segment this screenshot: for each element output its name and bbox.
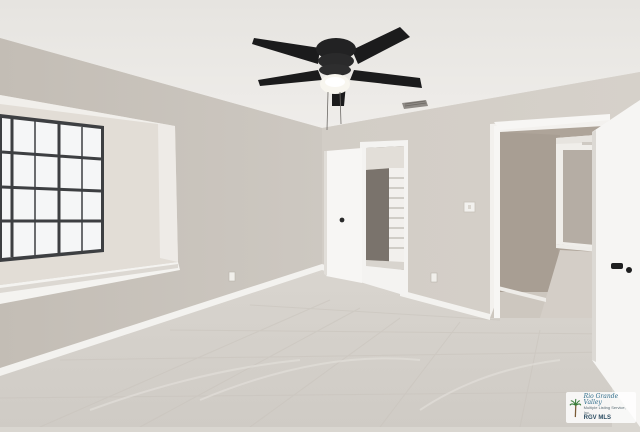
- watermark-line-3: RGV MLS: [583, 414, 612, 421]
- closet-door-knob[interactable]: [339, 217, 345, 223]
- closet-door[interactable]: [324, 148, 362, 283]
- palm-tree-icon: [569, 398, 582, 417]
- closet-shelves: [389, 168, 404, 268]
- bedroom-photo: [0, 0, 640, 428]
- mls-watermark: Rio Grande Valley Multiple Listing Servi…: [566, 392, 636, 423]
- wall-outlet: [430, 272, 438, 283]
- wall-outlet: [228, 271, 236, 282]
- window: [0, 114, 104, 262]
- watermark-line-2: Multiple Listing Service, Inc.: [583, 405, 626, 415]
- closet: [360, 140, 408, 296]
- light-switch[interactable]: [463, 201, 476, 213]
